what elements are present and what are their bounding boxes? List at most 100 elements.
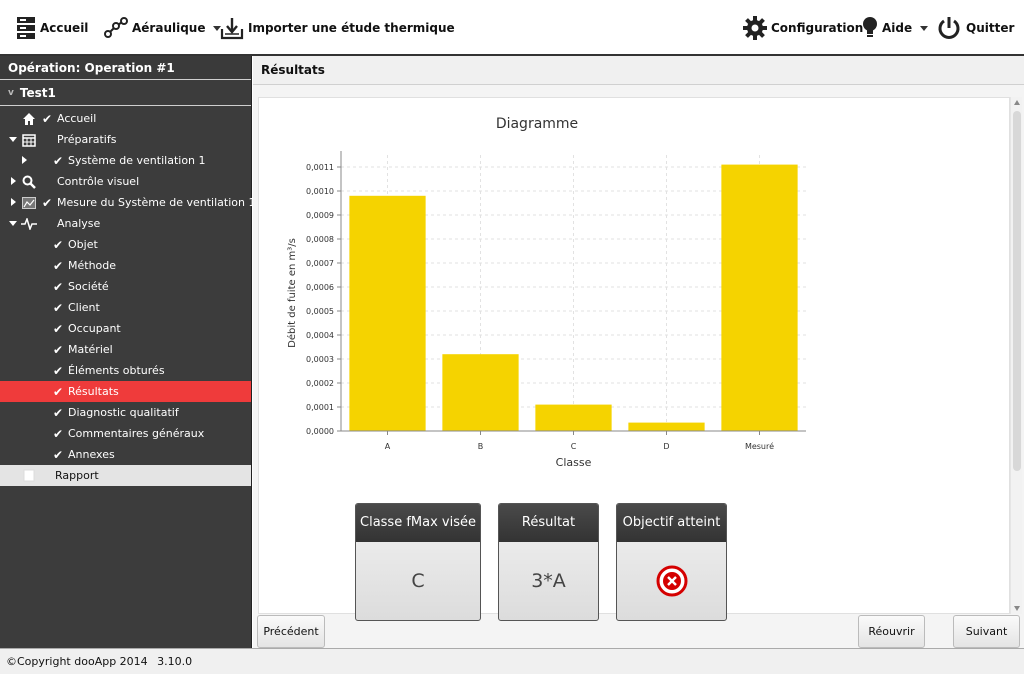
y-tick-label: 0,0005 — [306, 307, 334, 316]
y-tick-label: 0,0000 — [306, 427, 334, 436]
bar-a — [349, 195, 426, 431]
aide-menu[interactable]: Aide — [862, 0, 929, 56]
tree-item-annexes[interactable]: ✔ Annexes — [0, 444, 251, 465]
aeraulique-label: Aéraulique — [132, 21, 206, 35]
tree-item-label: Occupant — [68, 322, 121, 335]
check-icon: ✔ — [53, 321, 64, 336]
configuration-button[interactable]: Configuration — [743, 0, 863, 56]
y-tick-label: 0,0004 — [306, 331, 334, 340]
version-text: 3.10.0 — [157, 655, 193, 668]
y-tick-label: 0,0003 — [306, 355, 334, 364]
tree-item-label: Analyse — [57, 217, 101, 230]
y-tick-label: 0,0002 — [306, 379, 334, 388]
resultat-card: Résultat 3*A — [498, 503, 599, 621]
scroll-down-icon[interactable] — [1014, 606, 1020, 611]
check-icon: ✔ — [53, 426, 64, 441]
x-tick-label: D — [663, 442, 669, 451]
project-header[interactable]: v Test1 — [0, 80, 251, 106]
rouvrir-button[interactable]: Réouvrir — [858, 615, 925, 648]
check-icon: ✔ — [53, 447, 64, 462]
check-icon: ✔ — [53, 405, 64, 420]
collapse-arrow-icon[interactable] — [9, 221, 17, 226]
suivant-button[interactable]: Suivant — [953, 615, 1020, 648]
tree-item-label: Système de ventilation 1 — [68, 154, 206, 167]
pulse-icon — [21, 217, 37, 231]
project-title: Test1 — [19, 85, 56, 100]
y-tick-label: 0,0010 — [306, 187, 334, 196]
tree-item-label: Contrôle visuel — [57, 175, 140, 188]
card-title: Objectif atteint — [617, 504, 726, 542]
results-panel: Diagramme 0,0000 0,0001 0,0002 0,0003 0,0004… — [258, 97, 1010, 621]
tree-item-diagnostic[interactable]: ✔ Diagnostic qualitatif — [0, 402, 251, 423]
tree-item-elements-obtures[interactable]: ✔ Éléments obturés — [0, 360, 251, 381]
expand-arrow-icon[interactable] — [11, 198, 16, 206]
tree-item-label: Méthode — [68, 259, 117, 272]
network-icon — [104, 17, 128, 38]
check-icon: ✔ — [53, 384, 64, 399]
tree-item-controle-visuel[interactable]: Contrôle visuel — [0, 171, 251, 192]
y-tick-label: 0,0007 — [306, 259, 334, 268]
quitter-label: Quitter — [966, 21, 1015, 35]
gear-icon — [743, 16, 767, 40]
card-value — [617, 542, 726, 620]
tree-item-label: Commentaires généraux — [68, 427, 205, 440]
vertical-scrollbar[interactable] — [1010, 97, 1022, 614]
content-area: Diagramme 0,0000 0,0001 0,0002 0,0003 0,0004… — [253, 85, 1024, 648]
x-tick-label: C — [571, 442, 577, 451]
tree-item-commentaires[interactable]: ✔ Commentaires généraux — [0, 423, 251, 444]
copyright-text: ©Copyright dooApp 2014 — [6, 655, 148, 668]
import-icon — [220, 18, 244, 40]
tree-item-methode[interactable]: ✔ Méthode — [0, 255, 251, 276]
scrollbar-thumb[interactable] — [1013, 111, 1021, 471]
top-toolbar: Accueil Aéraulique Importer une étude th… — [0, 0, 1024, 56]
y-tick-label: 0,0001 — [306, 403, 334, 412]
importer-button[interactable]: Importer une étude thermique — [220, 0, 455, 56]
tree-item-accueil[interactable]: ✔ Accueil — [0, 108, 251, 129]
expand-arrow-icon[interactable] — [11, 177, 16, 185]
tree-item-label: Éléments obturés — [68, 364, 165, 377]
x-tick-label: A — [385, 442, 391, 451]
check-icon: ✔ — [53, 300, 64, 315]
bar-d — [628, 422, 705, 431]
tree-item-materiel[interactable]: ✔ Matériel — [0, 339, 251, 360]
lightbulb-icon — [863, 17, 877, 37]
search-icon — [21, 175, 37, 189]
expand-arrow-icon[interactable] — [22, 156, 27, 164]
tree-item-mesure[interactable]: ✔ Mesure du Système de ventilation 1 — [0, 192, 255, 213]
operation-title: Opération: Operation #1 — [0, 56, 251, 80]
x-tick-label: B — [478, 442, 484, 451]
tree-item-preparatifs[interactable]: Préparatifs — [0, 129, 251, 150]
check-icon: ✔ — [42, 111, 53, 126]
tree-item-analyse[interactable]: Analyse — [0, 213, 251, 234]
chart-icon — [21, 196, 37, 210]
aide-label: Aide — [882, 21, 913, 35]
scroll-up-icon[interactable] — [1014, 100, 1020, 105]
tree-item-objet[interactable]: ✔ Objet — [0, 234, 251, 255]
tree-item-label: Mesure du Système de ventilation 1 — [57, 196, 256, 209]
bar-c — [535, 404, 612, 431]
precedent-button[interactable]: Précédent — [257, 615, 325, 648]
document-icon — [21, 469, 37, 483]
tree-item-systeme-ventilation[interactable]: ✔ Système de ventilation 1 — [0, 150, 251, 171]
objectif-card: Objectif atteint — [616, 503, 727, 621]
y-tick-label: 0,0006 — [306, 283, 334, 292]
accueil-button[interactable]: Accueil — [16, 0, 88, 56]
collapse-arrow-icon[interactable] — [9, 137, 17, 142]
tree-item-rapport[interactable]: Rapport — [0, 465, 251, 486]
x-tick-label: Mesuré — [745, 441, 774, 451]
tree-item-label: Préparatifs — [57, 133, 117, 146]
calendar-icon — [21, 133, 37, 147]
server-icon — [17, 17, 35, 39]
aeraulique-menu[interactable]: Aéraulique — [104, 0, 222, 56]
card-value: C — [411, 570, 425, 592]
power-icon — [938, 17, 960, 39]
tree-item-resultats[interactable]: ✔ Résultats — [0, 381, 251, 402]
tree-item-client[interactable]: ✔ Client — [0, 297, 251, 318]
tree-item-label: Accueil — [57, 112, 97, 125]
tree-item-occupant[interactable]: ✔ Occupant — [0, 318, 251, 339]
check-icon: ✔ — [53, 363, 64, 378]
tree-item-societe[interactable]: ✔ Société — [0, 276, 251, 297]
quitter-button[interactable]: Quitter — [936, 0, 1014, 56]
card-value: 3*A — [531, 570, 566, 592]
check-icon: ✔ — [42, 195, 53, 210]
